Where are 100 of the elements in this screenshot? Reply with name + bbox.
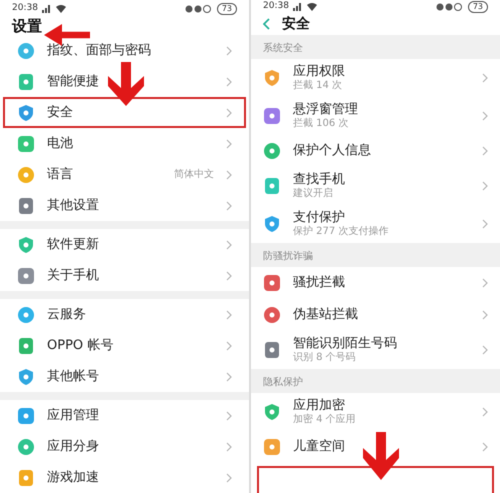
chevron-icon [226,372,232,382]
setting-icon [263,142,281,160]
setting-icon [263,340,281,358]
row-label: 保护个人信息 [293,142,372,158]
row-label: 其他帐号 [47,368,100,386]
setting-icon [17,196,35,214]
setting-icon [17,468,35,486]
settings-row[interactable]: 云服务 [3,299,246,330]
row-label: 应用权限 [293,64,346,80]
chevron-icon [226,340,232,350]
row-label: 安全 [47,104,74,122]
row-label: 应用分身 [47,438,100,456]
wifi-icon [56,4,66,12]
row-value: 简体中文 [174,168,214,182]
settings-row[interactable]: 支付保护 保护 277 次支付操作 [251,204,500,242]
settings-row[interactable]: 查找手机 建议开启 [251,166,500,204]
chevron-icon [482,310,488,320]
setting-icon [17,42,35,60]
settings-row[interactable]: 应用权限 拦截 14 次 [251,58,500,96]
settings-row[interactable]: 骚扰拦截 [251,266,500,298]
chevron-icon [226,270,232,280]
chevron-icon [226,170,232,180]
settings-row[interactable]: 安全 [3,97,246,128]
settings-row[interactable]: 其他设置 [3,190,246,221]
row-subtitle: 保护 277 次支付操作 [293,226,390,238]
setting-icon [17,72,35,90]
settings-row[interactable]: 指纹、面部与密码 [3,35,246,66]
section-header: 系统安全 [251,34,500,58]
row-label: 电池 [47,134,74,153]
settings-row[interactable]: 应用加密 加密 4 个应用 [251,392,500,430]
setting-icon [263,106,281,124]
settings-row[interactable]: 伪基站拦截 [251,298,500,330]
settings-row[interactable]: 保护个人信息 [251,134,500,166]
settings-row[interactable]: 电池 [3,128,246,159]
chevron-icon [482,344,488,354]
setting-icon [17,438,35,456]
signal-icon [42,4,52,12]
row-label: 智能便捷 [47,72,100,91]
chevron-icon [482,442,488,452]
row-label: 应用加密 [293,398,346,414]
settings-row[interactable]: 应用分身 [3,431,246,462]
chevron-icon [226,46,232,56]
section-header: 防骚扰诈骗 [251,242,500,266]
chevron-icon [226,410,232,420]
settings-row[interactable]: 关于手机 [3,260,246,291]
row-label: 其他设置 [47,196,100,215]
settings-row[interactable]: 语言 简体中文 [3,159,246,190]
status-time: 20:38 [12,2,38,15]
row-label: 游戏加速 [47,468,100,487]
chevron-icon [226,442,232,452]
row-label: 指纹、面部与密码 [47,42,152,60]
section-header: 隐私保护 [251,368,500,392]
chevron-icon [226,472,232,482]
chevron-icon [482,406,488,416]
chevron-icon [482,72,488,82]
chevron-icon [226,76,232,86]
setting-icon [17,166,35,184]
row-subtitle: 识别 8 个号码 [293,352,357,364]
setting-icon [17,306,35,324]
page-title: 设置 [12,16,42,37]
row-label: 语言 [47,166,74,184]
settings-row[interactable]: 其他帐号 [3,361,246,392]
status-time: 20:38 [263,0,289,13]
row-label: 软件更新 [47,236,100,254]
page-title: 安全 [282,14,310,34]
battery-level: 73 [468,0,488,13]
row-label: 悬浮窗管理 [293,102,359,118]
settings-row[interactable]: OPPO 帐号 [3,330,246,361]
chevron-icon [482,278,488,288]
back-icon[interactable] [263,18,270,30]
chevron-icon [482,110,488,120]
row-subtitle: 拦截 14 次 [293,80,344,92]
settings-row[interactable]: 游戏加速 [3,462,246,493]
row-label: OPPO 帐号 [47,336,114,355]
row-label: 支付保护 [293,210,346,226]
row-label: 关于手机 [47,266,100,285]
setting-icon [17,266,35,284]
row-label: 查找手机 [293,172,346,188]
status-icons [436,2,464,11]
row-subtitle: 建议开启 [293,188,334,200]
row-label: 应用管理 [47,406,100,425]
chevron-icon [226,138,232,148]
chevron-icon [226,200,232,210]
status-icons [184,4,213,12]
down-arrow-annotation [361,432,401,480]
setting-icon [263,438,281,456]
settings-row[interactable]: 悬浮窗管理 拦截 106 次 [251,96,500,134]
down-arrow-annotation [106,62,146,106]
chevron-icon [226,310,232,320]
setting-icon [17,336,35,354]
setting-icon [263,214,281,232]
settings-row[interactable]: 应用管理 [3,400,246,431]
settings-row[interactable]: 智能识别陌生号码 识别 8 个号码 [251,330,500,368]
setting-icon [263,274,281,292]
signal-icon [292,2,303,11]
setting-icon [263,68,281,86]
row-label: 儿童空间 [293,438,346,454]
settings-row[interactable]: 软件更新 [3,229,246,260]
row-label: 伪基站拦截 [293,306,359,322]
setting-icon [17,368,35,386]
